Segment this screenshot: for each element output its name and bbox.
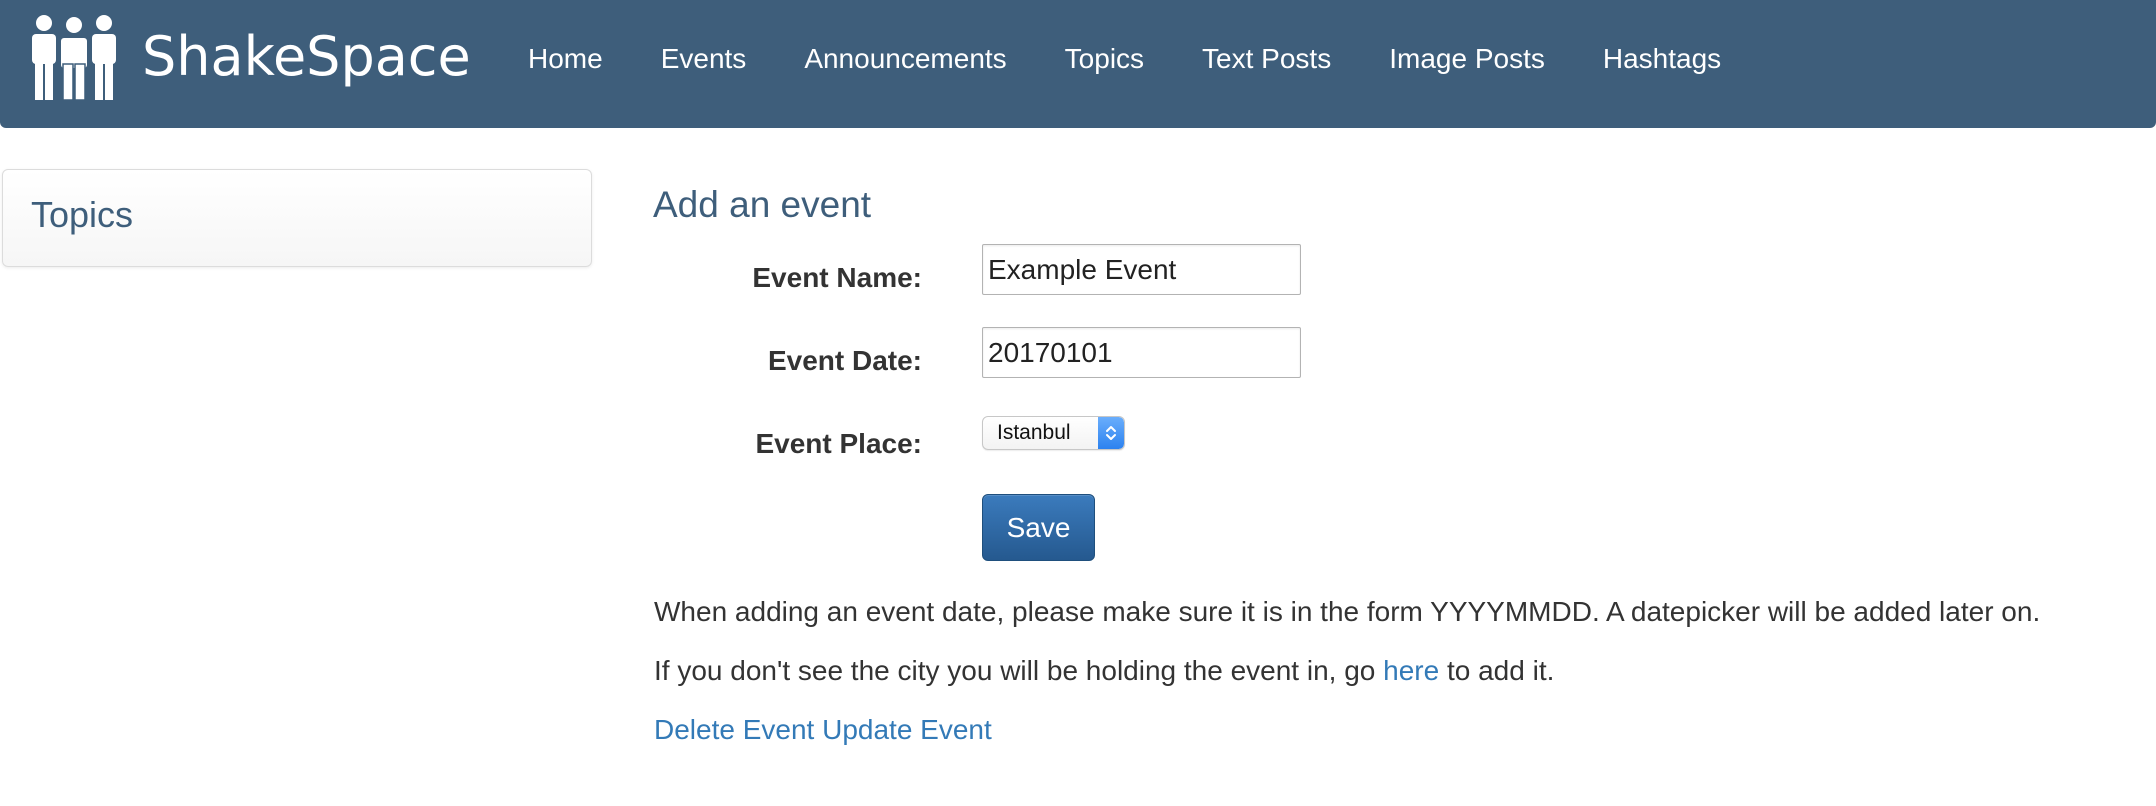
- event-action-links: Delete Event Update Event: [654, 714, 992, 746]
- update-event-link[interactable]: Update Event: [822, 714, 992, 745]
- main-nav: Home Events Announcements Topics Text Po…: [528, 0, 1721, 118]
- save-button[interactable]: Save: [982, 494, 1095, 561]
- city-note-text-after: to add it.: [1439, 655, 1555, 686]
- nav-announcements[interactable]: Announcements: [804, 43, 1006, 75]
- sidebar-topics-panel: Topics: [2, 169, 592, 267]
- nav-image-posts[interactable]: Image Posts: [1389, 43, 1545, 75]
- people-group-icon: [32, 15, 116, 100]
- add-city-link[interactable]: here: [1383, 655, 1439, 686]
- brand-name: ShakeSpace: [142, 25, 471, 88]
- event-name-label: Event Name:: [752, 262, 922, 293]
- nav-text-posts[interactable]: Text Posts: [1202, 43, 1331, 75]
- brand-link[interactable]: ShakeSpace: [30, 14, 471, 100]
- nav-home[interactable]: Home: [528, 43, 603, 75]
- select-chevron-icon: [1098, 417, 1124, 449]
- page-title: Add an event: [653, 184, 872, 225]
- delete-event-link[interactable]: Delete Event: [654, 714, 814, 745]
- city-note-text-before: If you don't see the city you will be ho…: [654, 655, 1384, 686]
- nav-topics[interactable]: Topics: [1065, 43, 1144, 75]
- event-name-input[interactable]: [982, 244, 1301, 295]
- event-place-label: Event Place:: [755, 428, 922, 459]
- top-navbar: ShakeSpace Home Events Announcements Top…: [0, 0, 2156, 128]
- city-note: If you don't see the city you will be ho…: [654, 655, 1554, 687]
- date-format-note: When adding an event date, please make s…: [654, 596, 2041, 627]
- event-date-label: Event Date:: [767, 345, 922, 376]
- event-place-selected-value: Istanbul: [997, 421, 1071, 444]
- nav-events[interactable]: Events: [661, 43, 747, 75]
- event-date-input[interactable]: [982, 327, 1301, 378]
- event-place-select[interactable]: Istanbul: [982, 416, 1125, 450]
- sidebar-title: Topics: [31, 194, 134, 235]
- nav-hashtags[interactable]: Hashtags: [1603, 43, 1721, 75]
